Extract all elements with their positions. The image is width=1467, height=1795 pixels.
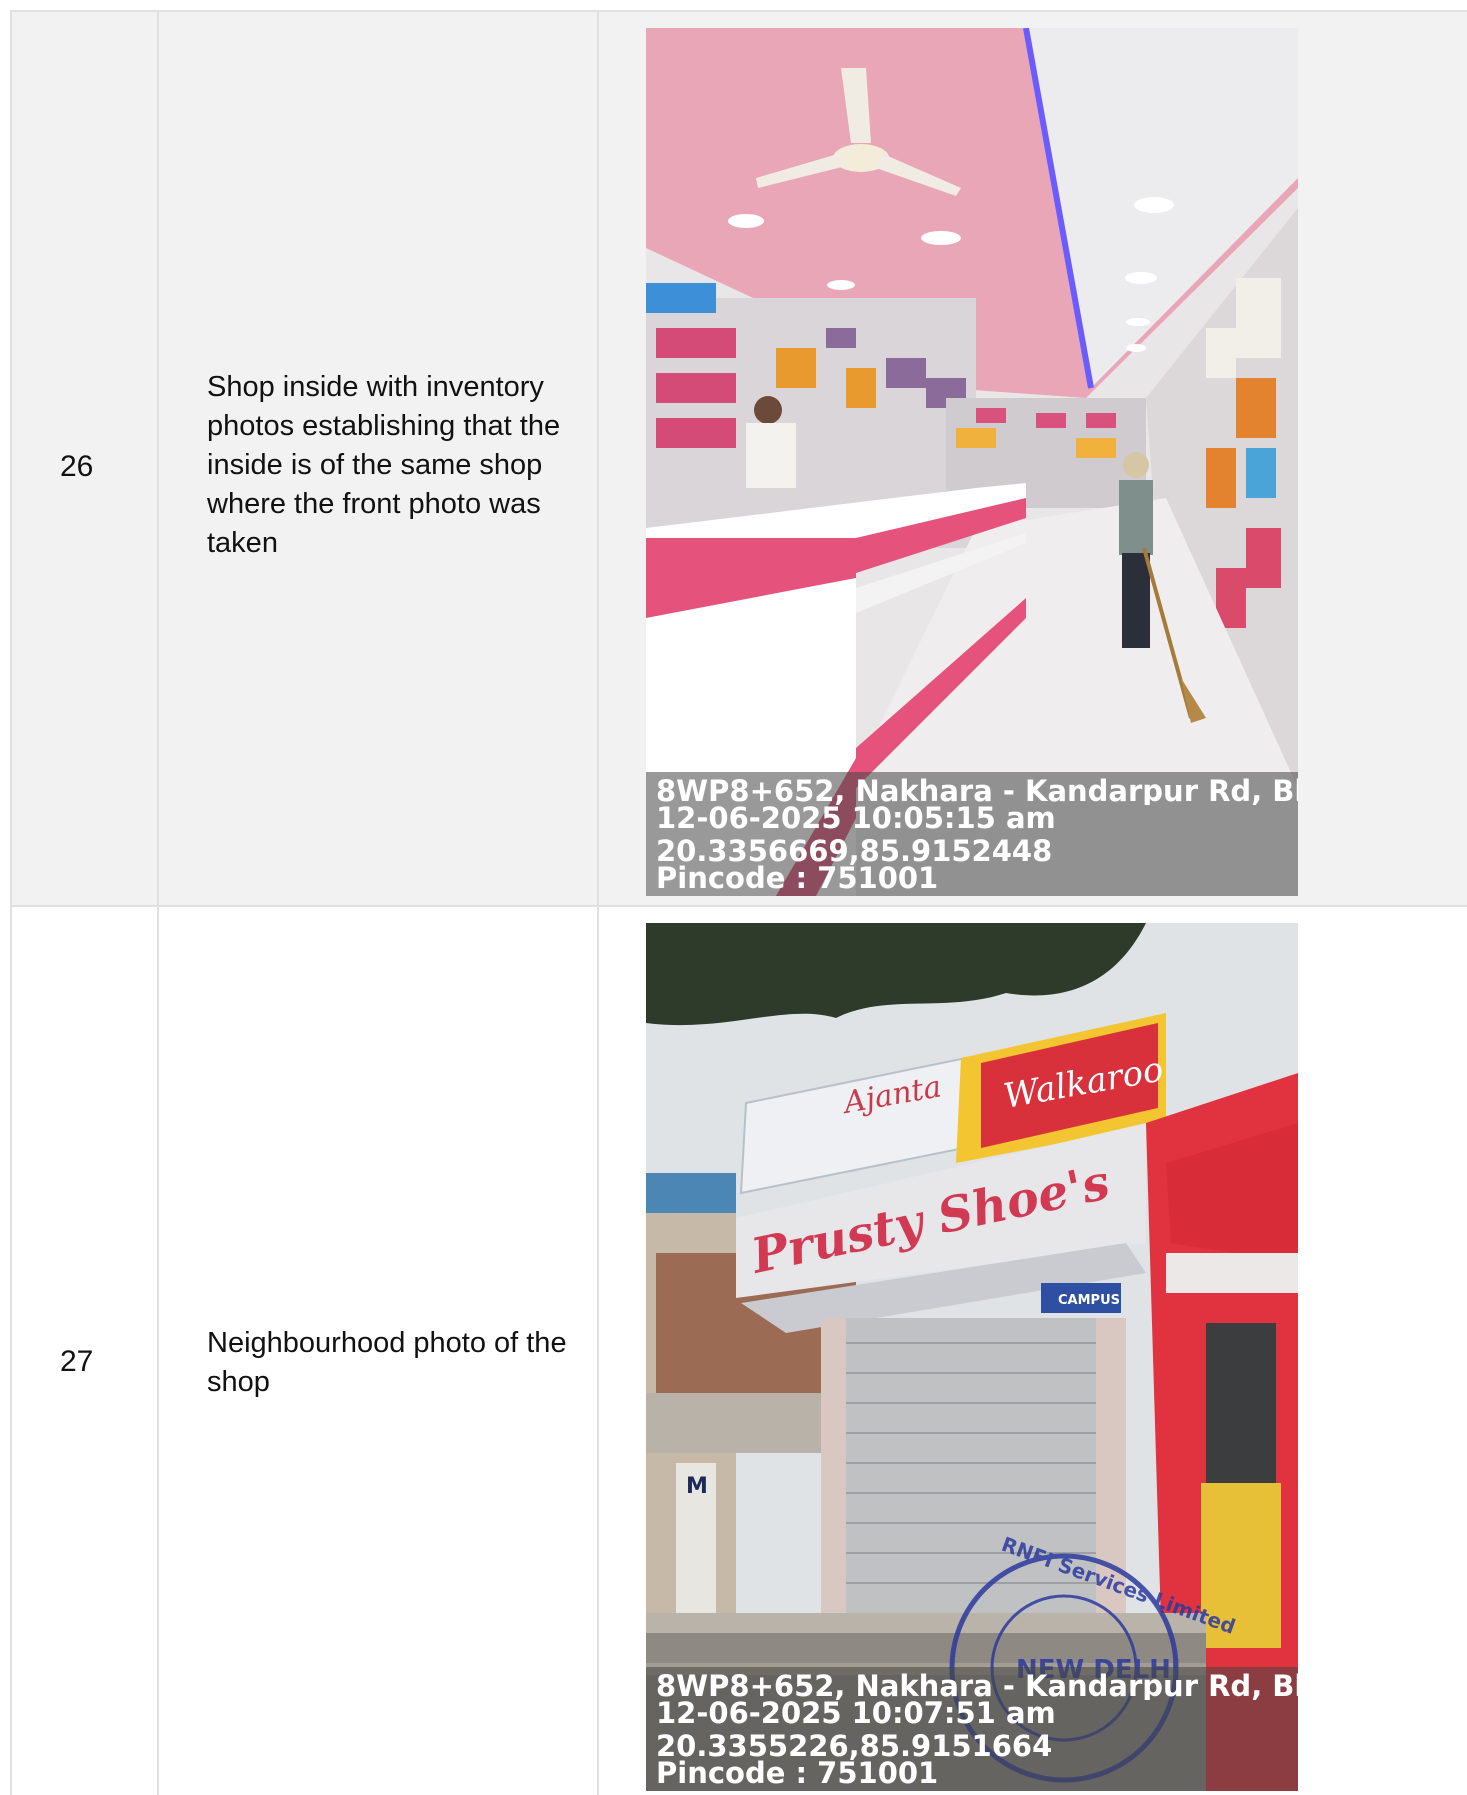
shop-interior-photo: 8WP8+652, Nakhara - Kandarpur Rd, Bhuban… <box>646 28 1298 896</box>
serial-cell: 27 <box>10 905 157 1795</box>
description-cell: Neighbourhood photo of the shop <box>157 905 597 1795</box>
geotag-address: 8WP8+652, Nakhara - Kandarpur Rd, Bhuban… <box>656 778 1298 805</box>
serial-number: 26 <box>60 450 94 483</box>
geotag-datetime: 12-06-2025 10:05:15 am <box>656 805 1056 832</box>
geotag-overlay: 8WP8+652, Nakhara - Kandarpur Rd, Bhuban… <box>646 1667 1298 1791</box>
geotag-coordinates: 20.3356669,85.9152448 <box>656 838 1053 865</box>
photo-cell: M Ajanta Walkaroo Prusty Shoe's CAMPUS R… <box>597 905 1467 1795</box>
geotag-coordinates: 20.3355226,85.9151664 <box>656 1733 1053 1760</box>
geotag-overlay: 8WP8+652, Nakhara - Kandarpur Rd, Bhuban… <box>646 772 1298 896</box>
description-cell: Shop inside with inventory photos establ… <box>157 10 597 905</box>
geotag-pincode: Pincode : 751001 <box>656 865 939 892</box>
table-row: 27 Neighbourhood photo of the shop M Aja… <box>10 905 1467 1795</box>
description-text: Neighbourhood photo of the shop <box>207 1327 567 1398</box>
geotag-datetime: 12-06-2025 10:07:51 am <box>656 1700 1056 1727</box>
campus-sign-text: CAMPUS <box>1058 1293 1120 1308</box>
serial-cell: 26 <box>10 10 157 905</box>
geotag-pincode: Pincode : 751001 <box>656 1760 939 1787</box>
table-row: 26 Shop inside with inventory photos est… <box>10 10 1467 905</box>
shop-front-photo: M Ajanta Walkaroo Prusty Shoe's CAMPUS R… <box>646 923 1298 1791</box>
description-text: Shop inside with inventory photos establ… <box>207 371 561 559</box>
geotag-address: 8WP8+652, Nakhara - Kandarpur Rd, Bhuban… <box>656 1673 1298 1700</box>
serial-number: 27 <box>60 1345 94 1378</box>
photo-cell: 8WP8+652, Nakhara - Kandarpur Rd, Bhuban… <box>597 10 1467 905</box>
side-sign-text: M <box>686 1474 708 1499</box>
